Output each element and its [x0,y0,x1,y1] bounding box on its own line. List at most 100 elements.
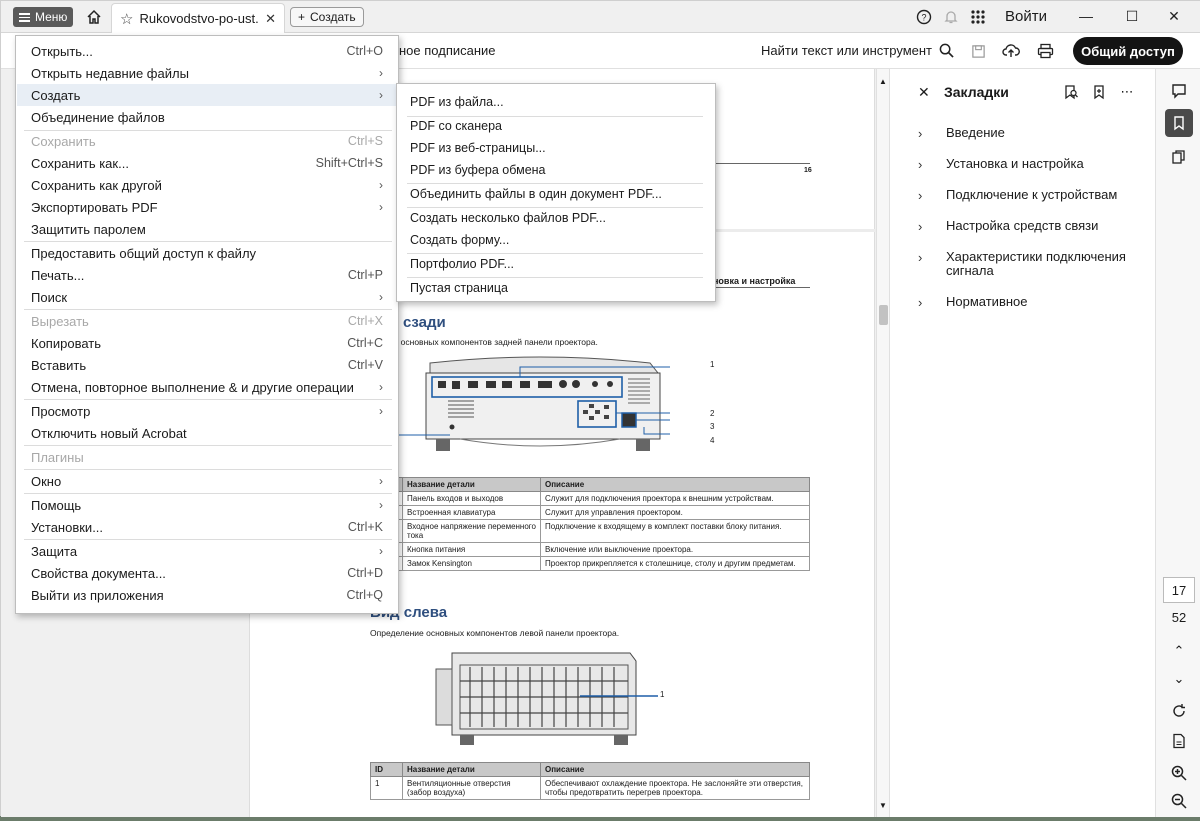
menu-item-search[interactable]: Поиск › [17,286,397,308]
save-button[interactable] [967,41,989,61]
menu-separator [407,207,703,208]
bookmark-item[interactable]: › Характеристики подключения сигнала [918,250,1150,278]
search-tools-button[interactable]: Найти текст или инструмент [761,43,954,58]
document-scrollbar[interactable]: ▲ ▼ [876,69,889,817]
menu-item-label: Установки... [31,519,104,535]
menu-item-window[interactable]: Окно › [17,470,397,492]
bookmarks-more-button[interactable]: ⋯ [1118,83,1136,101]
next-page-button[interactable]: ⌄ [1165,665,1193,693]
submenu-batch-create[interactable]: Создать несколько файлов PDF... [410,211,606,225]
menu-item-exit[interactable]: Выйти из приложения Ctrl+Q [17,584,397,606]
submenu-combine-files[interactable]: Объединить файлы в один документ PDF... [410,187,662,201]
close-window-button[interactable]: ✕ [1151,1,1197,31]
bookmark-label: Настройка средств связи [946,218,1099,233]
menu-item-label: Поиск [31,289,68,305]
menu-item-paste[interactable]: Вставить Ctrl+V [17,354,397,376]
bookmark-item[interactable]: › Нормативное [918,295,1150,311]
hamburger-icon [19,12,30,22]
bookmark-add-icon [1094,85,1104,100]
scroll-down-icon[interactable]: ▼ [879,801,887,810]
menu-separator [407,277,703,278]
document-tab[interactable]: ☆ Rukovodstvo-po-ust... ✕ [111,3,285,33]
zoom-out-button[interactable] [1165,787,1193,815]
bookmarks-rail-button[interactable] [1165,109,1193,137]
home-icon [87,9,101,24]
menu-item-export-pdf[interactable]: Экспортировать PDF › [17,196,397,218]
menu-item-protect-password[interactable]: Защитить паролем [17,218,397,240]
scroll-up-icon[interactable]: ▲ [879,77,887,86]
print-button[interactable] [1034,41,1056,61]
menu-item-plugins[interactable]: Плагины [17,446,397,468]
menu-item-view[interactable]: Просмотр › [17,400,397,422]
menu-item-document-properties[interactable]: Свойства документа... Ctrl+D [17,562,397,584]
upload-cloud-button[interactable] [1000,41,1022,61]
menu-item-save[interactable]: Сохранить Ctrl+S [17,130,397,152]
menu-item-preferences[interactable]: Установки... Ctrl+K [17,516,397,538]
menu-item-cut[interactable]: Вырезать Ctrl+X [17,310,397,332]
menu-item-help[interactable]: Помощь › [17,494,397,516]
chevron-right-icon[interactable]: › [918,250,928,278]
page-properties-button[interactable] [1165,727,1193,755]
menu-item-label: Свойства документа... [31,565,166,581]
share-button[interactable]: Общий доступ [1073,37,1183,65]
submenu-pdf-from-webpage[interactable]: PDF из веб-страницы... [410,141,546,155]
bookmark-item[interactable]: › Подключение к устройствам [918,188,1150,204]
current-page-input[interactable]: 17 [1163,577,1195,603]
menu-item-label: Копировать [31,335,101,351]
rear-view-heading: сзади [403,314,446,331]
table-cell: Панель входов и выходов [402,491,541,506]
toolbar-partial-label[interactable]: ное подписание [399,43,496,58]
minimize-button[interactable]: — [1063,1,1109,31]
menu-item-create[interactable]: Создать › [17,84,397,106]
menu-item-combine-files[interactable]: Объединение файлов [17,106,397,128]
menu-item-copy[interactable]: Копировать Ctrl+C [17,332,397,354]
chevron-right-icon[interactable]: › [918,188,928,203]
menu-item-protection[interactable]: Защита › [17,540,397,562]
notifications-button[interactable] [940,6,962,28]
chevron-right-icon[interactable]: › [918,126,928,141]
menu-item-label: Просмотр [31,403,91,419]
help-button[interactable]: ? [913,6,935,28]
zoom-in-button[interactable] [1165,759,1193,787]
new-tab-button[interactable]: + Создать [290,7,364,27]
bookmark-item[interactable]: › Настройка средств связи [918,218,1150,235]
submenu-pdf-portfolio[interactable]: Портфолио PDF... [410,257,514,271]
close-tab-icon[interactable]: ✕ [265,11,276,27]
sign-in-link[interactable]: Войти [1005,8,1047,25]
submenu-create-form[interactable]: Создать форму... [410,233,509,247]
close-panel-icon[interactable]: ✕ [918,84,930,101]
page-thumbnails-button[interactable] [1165,143,1193,171]
menu-separator [407,183,703,184]
rotate-button[interactable] [1165,697,1193,725]
previous-page-button[interactable]: ⌃ [1165,637,1193,665]
submenu-blank-page[interactable]: Пустая страница [410,281,508,295]
menu-button[interactable]: Меню [13,7,73,27]
maximize-button[interactable]: ☐ [1109,1,1155,31]
star-icon[interactable]: ☆ [120,10,133,28]
menu-item-share-file[interactable]: Предоставить общий доступ к файлу [17,242,397,264]
bookmark-search-button[interactable] [1062,83,1080,101]
menu-item-save-as-other[interactable]: Сохранить как другой › [17,174,397,196]
menu-item-label: Вставить [31,357,87,373]
menu-item-undo-redo[interactable]: Отмена, повторное выполнение & и другие … [17,376,397,398]
menu-item-print[interactable]: Печать... Ctrl+P [17,264,397,286]
add-bookmark-button[interactable] [1090,83,1108,101]
menu-item-open[interactable]: Открыть... Ctrl+O [17,40,397,62]
chevron-right-icon[interactable]: › [918,219,928,234]
menu-item-label: Вырезать [31,313,89,329]
apps-button[interactable] [967,6,989,28]
comments-button[interactable] [1165,77,1193,105]
submenu-pdf-from-file[interactable]: PDF из файла... [410,95,504,109]
bookmark-item[interactable]: › Введение [918,126,1150,142]
chevron-right-icon[interactable]: › [918,157,928,172]
menu-item-disable-new-acrobat[interactable]: Отключить новый Acrobat [17,422,397,444]
scrollbar-thumb[interactable] [879,305,888,325]
menu-item-save-as[interactable]: Сохранить как... Shift+Ctrl+S [17,152,397,174]
bookmark-item[interactable]: › Установка и настройка [918,157,1150,173]
home-button[interactable] [83,6,105,28]
submenu-pdf-from-clipboard[interactable]: PDF из буфера обмена [410,163,546,177]
chevron-right-icon[interactable]: › [918,295,928,310]
menu-item-shortcut: Shift+Ctrl+S [315,156,383,170]
submenu-pdf-from-scanner[interactable]: PDF со сканера [410,119,502,133]
menu-item-recent-files[interactable]: Открыть недавние файлы › [17,62,397,84]
